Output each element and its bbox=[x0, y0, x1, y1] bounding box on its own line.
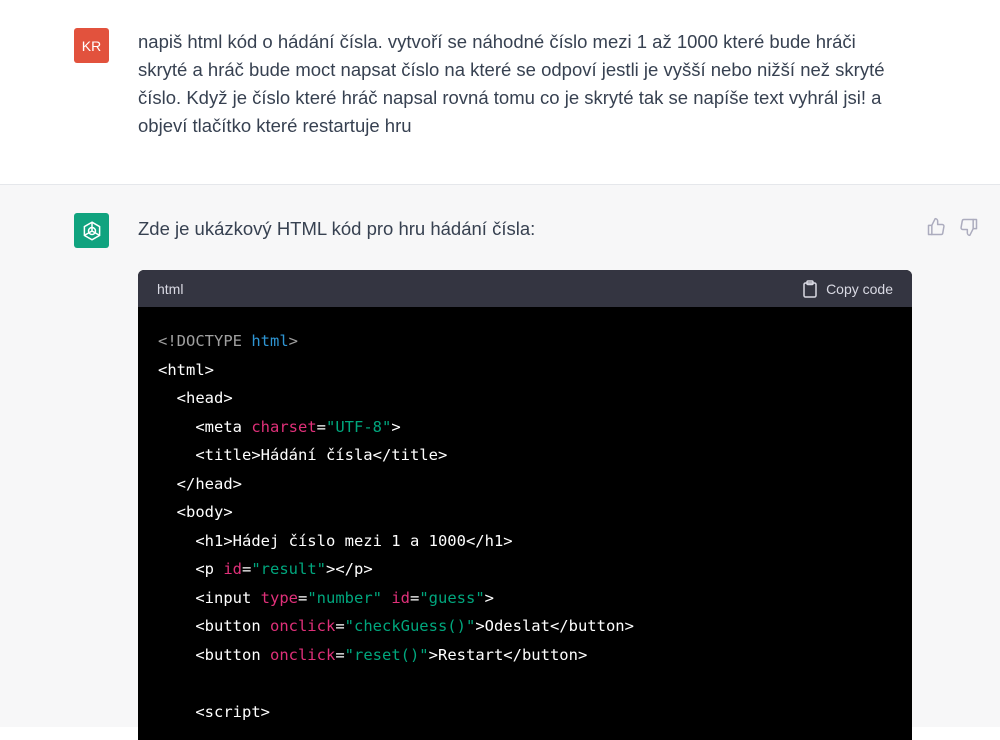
code-token: <title>Hádání čísla</title> bbox=[158, 446, 448, 464]
copy-code-button[interactable]: Copy code bbox=[802, 279, 893, 298]
code-token: > bbox=[288, 332, 298, 350]
user-message-row: KR napiš html kód o hádání čísla. vytvoř… bbox=[0, 0, 1000, 185]
clipboard-icon bbox=[803, 279, 817, 298]
code-line: <!DOCTYPE html> bbox=[158, 327, 892, 356]
code-token: <html> bbox=[158, 360, 214, 379]
thumbs-up-button[interactable] bbox=[926, 217, 946, 237]
code-block-header: html Copy code bbox=[138, 270, 912, 307]
thumbs-down-button[interactable] bbox=[959, 217, 979, 237]
user-avatar: KR bbox=[74, 28, 109, 63]
code-line: <meta charset="UTF-8"> bbox=[158, 413, 892, 442]
user-message-text: napiš html kód o hádání čísla. vytvoří s… bbox=[138, 31, 885, 136]
code-token: <p bbox=[158, 560, 224, 578]
code-line: <html> bbox=[158, 356, 892, 385]
code-token: <script> bbox=[158, 702, 270, 721]
code-token: <input bbox=[158, 588, 261, 607]
code-token: "checkGuess()" bbox=[344, 617, 476, 635]
code-content: <!DOCTYPE html> <html> <head> <meta chars… bbox=[138, 307, 912, 740]
code-token: = bbox=[410, 588, 420, 607]
code-token: = bbox=[297, 588, 308, 607]
assistant-message-row: Zde je ukázkový HTML kód pro hru hádání … bbox=[0, 185, 1000, 740]
code-line: <p id="result"></p> bbox=[158, 555, 892, 584]
code-line: </head> bbox=[158, 470, 892, 499]
code-line: <head> bbox=[158, 384, 892, 413]
code-token: "result" bbox=[251, 560, 326, 578]
code-token: id bbox=[391, 588, 410, 607]
openai-logo-icon bbox=[83, 220, 100, 241]
code-token: >Restart</button> bbox=[428, 645, 588, 664]
code-token: <!DOCTYPE bbox=[158, 332, 252, 350]
code-token: charset bbox=[251, 417, 317, 436]
assistant-avatar bbox=[74, 213, 109, 248]
code-token: onclick bbox=[269, 617, 336, 635]
code-token: = bbox=[335, 645, 345, 664]
code-token: <head> bbox=[158, 389, 233, 407]
code-token: <button bbox=[158, 617, 270, 635]
assistant-intro-text: Zde je ukázkový HTML kód pro hru hádání … bbox=[138, 218, 536, 239]
code-token: "number" bbox=[307, 588, 382, 607]
code-line: <title>Hádání čísla</title> bbox=[158, 441, 892, 470]
code-token: html bbox=[251, 332, 289, 350]
code-line: <button onclick="reset()">Restart</butto… bbox=[158, 641, 892, 670]
code-token: <button bbox=[158, 645, 270, 664]
code-line: <input type="number" id="guess"> bbox=[158, 584, 892, 613]
thumbs-up-icon bbox=[927, 217, 945, 236]
code-token: id bbox=[223, 560, 242, 578]
code-line: <button onclick="checkGuess()">Odeslat</… bbox=[158, 612, 892, 641]
code-token: = bbox=[335, 617, 345, 635]
code-line: <script> bbox=[158, 698, 892, 727]
code-token: "UTF-8" bbox=[326, 417, 392, 436]
code-token: <body> bbox=[158, 503, 233, 521]
code-token: <h1>Hádej číslo mezi 1 a 1000</h1> bbox=[158, 531, 513, 550]
code-token: > bbox=[484, 588, 495, 607]
code-block: html Copy code <!DOCTYPE html> <html> <he… bbox=[138, 270, 912, 740]
code-token: type bbox=[260, 588, 298, 607]
code-token: ></p> bbox=[326, 560, 373, 578]
thumbs-down-icon bbox=[960, 218, 978, 237]
code-line: <h1>Hádej číslo mezi 1 a 1000</h1> bbox=[158, 527, 892, 556]
code-token: "reset()" bbox=[344, 645, 429, 664]
copy-code-label: Copy code bbox=[826, 280, 893, 297]
code-token: <meta bbox=[158, 417, 252, 436]
code-line: <body> bbox=[158, 498, 892, 527]
code-token: "guess" bbox=[419, 588, 485, 607]
code-token: >Odeslat</button> bbox=[475, 617, 634, 635]
code-token: = bbox=[242, 560, 252, 578]
code-token: onclick bbox=[269, 645, 336, 664]
code-token: = bbox=[316, 417, 326, 436]
code-token: </head> bbox=[158, 474, 242, 493]
code-token: > bbox=[391, 417, 401, 436]
code-language-label: html bbox=[157, 280, 184, 297]
